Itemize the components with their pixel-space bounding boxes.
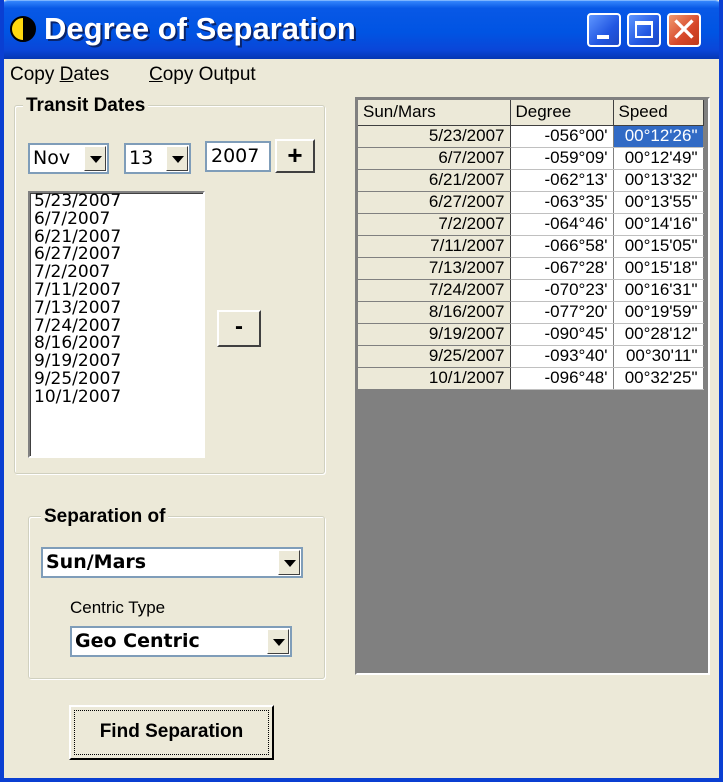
menu-copy-dates[interactable]: Copy Dates [10, 59, 109, 91]
grid-header-speed[interactable]: Speed [613, 100, 704, 126]
grid-cell-speed[interactable]: 00°30'11" [613, 345, 704, 368]
grid-cell-degree[interactable]: -059°09' [510, 147, 614, 170]
month-value: Nov [33, 147, 71, 169]
day-select[interactable]: 13 [124, 143, 191, 174]
date-list-item[interactable]: 6/7/2007 [30, 210, 203, 229]
grid-cell-speed[interactable]: 00°19'59" [613, 301, 704, 324]
separation-value: Sun/Mars [46, 551, 147, 573]
grid-cell-date[interactable]: 6/27/2007 [358, 191, 511, 214]
table-row[interactable]: 7/2/2007 -064°46' 00°14'16" [358, 213, 704, 236]
grid-cell-speed[interactable]: 00°13'32" [613, 169, 704, 192]
grid-body: 5/23/2007 -056°00' 00°12'26" 6/7/2007 -059°0… [358, 125, 704, 390]
window-title: Degree of Separation [44, 11, 356, 46]
grid-cell-date[interactable]: 10/1/2007 [358, 367, 511, 390]
minimize-button[interactable] [587, 13, 621, 47]
grid-cell-date[interactable]: 9/25/2007 [358, 345, 511, 368]
grid-cell-date[interactable]: 5/23/2007 [358, 125, 511, 148]
centric-type-label: Centric Type [70, 598, 166, 617]
remove-date-button[interactable]: - [217, 310, 261, 347]
grid-cell-degree[interactable]: -062°13' [510, 169, 614, 192]
grid-cell-date[interactable]: 7/11/2007 [358, 235, 511, 258]
day-value: 13 [129, 147, 154, 169]
find-separation-button[interactable]: Find Separation [69, 705, 274, 760]
separation-select[interactable]: Sun/Mars [41, 547, 303, 578]
date-list-item[interactable]: 10/1/2007 [30, 388, 203, 407]
grid-cell-speed[interactable]: 00°15'18" [613, 257, 704, 280]
grid-cell-speed[interactable]: 00°16'31" [613, 279, 704, 302]
table-row[interactable]: 6/7/2007 -059°09' 00°12'49" [358, 147, 704, 170]
grid-cell-degree[interactable]: -063°35' [510, 191, 614, 214]
grid-cell-date[interactable]: 6/7/2007 [358, 147, 511, 170]
date-list-item[interactable]: 7/13/2007 [30, 299, 203, 318]
grid-cell-degree[interactable]: -064°46' [510, 213, 614, 236]
grid-cell-degree[interactable]: -093°40' [510, 345, 614, 368]
grid-cell-degree[interactable]: -067°28' [510, 257, 614, 280]
table-row[interactable]: 6/21/2007 -062°13' 00°13'32" [358, 169, 704, 192]
title-bar[interactable]: Degree of Separation ✕ [4, 0, 719, 59]
table-row[interactable]: 7/11/2007 -066°58' 00°15'05" [358, 235, 704, 258]
grid-cell-date[interactable]: 9/19/2007 [358, 323, 511, 346]
close-button[interactable]: ✕ [667, 10, 701, 49]
output-table: Sun/Mars Degree Speed 5/23/2007 -056°00' 0… [358, 100, 704, 390]
grid-cell-date[interactable]: 7/24/2007 [358, 279, 511, 302]
grid-cell-speed[interactable]: 00°12'26" [613, 125, 704, 148]
separation-legend: Separation of [41, 506, 169, 528]
grid-cell-speed[interactable]: 00°15'05" [613, 235, 704, 258]
table-row[interactable]: 6/27/2007 -063°35' 00°13'55" [358, 191, 704, 214]
centric-type-value: Geo Centric [75, 630, 200, 652]
add-date-button[interactable]: + [275, 139, 315, 173]
date-list[interactable]: 5/23/2007 6/7/2007 6/21/2007 6/27/2007 7/2/2… [28, 191, 205, 458]
table-row[interactable]: 5/23/2007 -056°00' 00°12'26" [358, 125, 704, 148]
grid-cell-degree[interactable]: -077°20' [510, 301, 614, 324]
grid-cell-date[interactable]: 7/13/2007 [358, 257, 511, 280]
grid-cell-speed[interactable]: 00°28'12" [613, 323, 704, 346]
chevron-down-icon[interactable] [84, 146, 106, 171]
output-grid[interactable]: Sun/Mars Degree Speed 5/23/2007 -056°00' 0… [355, 97, 710, 675]
menu-bar: Copy Dates Copy Output [4, 59, 719, 91]
grid-header-row: Sun/Mars Degree Speed [358, 100, 704, 126]
grid-header-sun-mars[interactable]: Sun/Mars [358, 100, 511, 126]
year-field[interactable]: 2007 [205, 141, 271, 172]
grid-cell-date[interactable]: 7/2/2007 [358, 213, 511, 236]
grid-header-degree[interactable]: Degree [510, 100, 614, 126]
table-row[interactable]: 7/24/2007 -070°23' 00°16'31" [358, 279, 704, 302]
app-window: Degree of Separation ✕ Copy Dates Copy O… [0, 0, 723, 782]
grid-cell-degree[interactable]: -096°48' [510, 367, 614, 390]
chevron-down-icon[interactable] [166, 146, 188, 171]
grid-cell-degree[interactable]: -070°23' [510, 279, 614, 302]
grid-cell-degree[interactable]: -066°58' [510, 235, 614, 258]
grid-cell-speed[interactable]: 00°32'25" [613, 367, 704, 390]
grid-cell-speed[interactable]: 00°14'16" [613, 213, 704, 236]
month-select[interactable]: Nov [28, 143, 109, 174]
chevron-down-icon[interactable] [267, 629, 289, 654]
menu-copy-output[interactable]: Copy Output [149, 59, 256, 91]
transit-dates-legend: Transit Dates [23, 95, 149, 117]
moon-phase-icon [10, 16, 36, 42]
grid-cell-speed[interactable]: 00°13'55" [613, 191, 704, 214]
maximize-button[interactable] [627, 13, 661, 47]
centric-type-select[interactable]: Geo Centric [70, 626, 292, 657]
table-row[interactable]: 9/19/2007 -090°45' 00°28'12" [358, 323, 704, 346]
table-row[interactable]: 10/1/2007 -096°48' 00°32'25" [358, 367, 704, 390]
table-row[interactable]: 7/13/2007 -067°28' 00°15'18" [358, 257, 704, 280]
table-row[interactable]: 8/16/2007 -077°20' 00°19'59" [358, 301, 704, 324]
close-icon: ✕ [670, 10, 698, 49]
chevron-down-icon[interactable] [278, 550, 300, 575]
grid-cell-date[interactable]: 8/16/2007 [358, 301, 511, 324]
grid-cell-speed[interactable]: 00°12'49" [613, 147, 704, 170]
grid-cell-degree[interactable]: -056°00' [510, 125, 614, 148]
grid-cell-degree[interactable]: -090°45' [510, 323, 614, 346]
table-row[interactable]: 9/25/2007 -093°40' 00°30'11" [358, 345, 704, 368]
grid-cell-date[interactable]: 6/21/2007 [358, 169, 511, 192]
